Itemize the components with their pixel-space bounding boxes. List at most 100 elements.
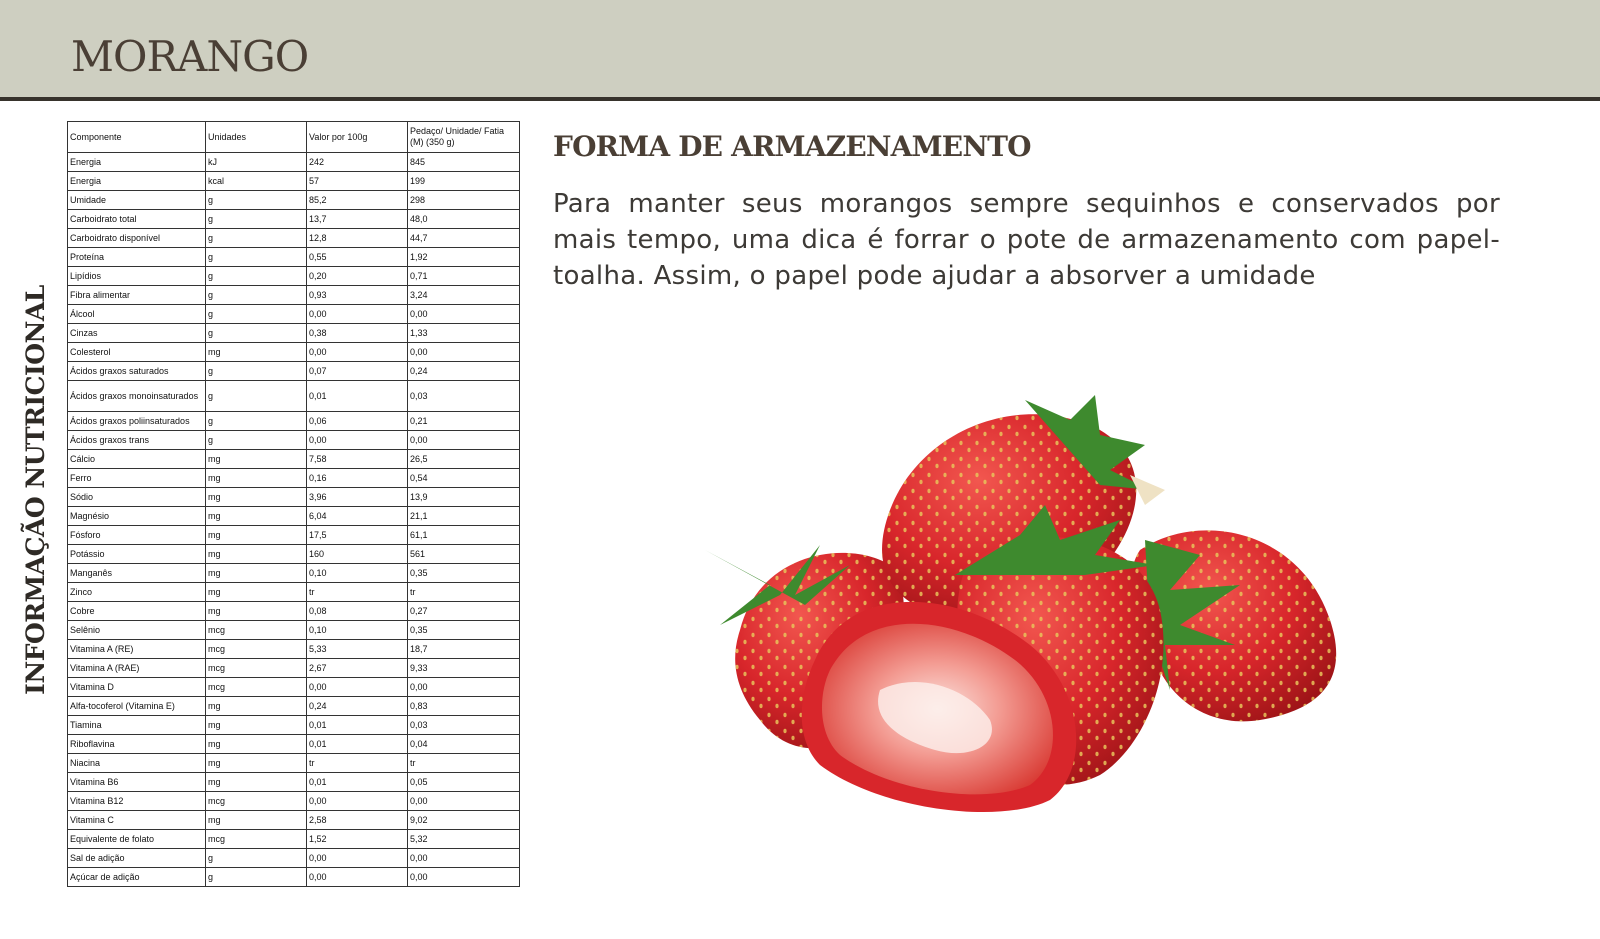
cell-unit: kJ — [205, 152, 307, 172]
cell-component: Niacina — [67, 753, 206, 773]
cell-unit: mg — [205, 772, 307, 792]
cell-per-100g: 17,5 — [306, 525, 408, 545]
cell-per-100g: 0,38 — [306, 323, 408, 343]
cell-portion: 0,05 — [407, 772, 520, 792]
table-row: Ácidos graxos monoinsaturados g 0,01 0,03 — [67, 380, 520, 412]
cell-per-100g: 0,00 — [306, 304, 408, 324]
cell-component: Magnésio — [67, 506, 206, 526]
cell-portion: 0,00 — [407, 430, 520, 450]
cell-portion: 0,00 — [407, 848, 520, 868]
cell-component: Selênio — [67, 620, 206, 640]
cell-component: Manganês — [67, 563, 206, 583]
table-row: Vitamina Dmcg 0,00 0,00 — [67, 677, 520, 697]
table-row: Equivalente de folato mcg 1,52 5,32 — [67, 829, 520, 849]
nutrition-table-body: Energia kJ 242 845 Energia kcal 57 199 Umidade g 8… — [67, 152, 520, 887]
cell-component: Proteína — [67, 247, 206, 267]
cell-component: Equivalente de folato — [67, 829, 206, 849]
table-row: Ácidos graxos trans g 0,00 0,00 — [67, 430, 520, 450]
cell-unit: mg — [205, 715, 307, 735]
cell-unit: mg — [205, 810, 307, 830]
cell-per-100g: 85,2 — [306, 190, 408, 210]
cell-component: Sódio — [67, 487, 206, 507]
cell-portion: 298 — [407, 190, 520, 210]
cell-unit: mcg — [205, 639, 307, 659]
cell-component: Ácidos graxos monoinsaturados — [67, 380, 206, 412]
cell-per-100g: 2,67 — [306, 658, 408, 678]
table-row: Lipídios g 0,20 0,71 — [67, 266, 520, 286]
cell-component: Cinzas — [67, 323, 206, 343]
cell-component: Ácidos graxos poliinsaturados — [67, 411, 206, 431]
cell-portion: 48,0 — [407, 209, 520, 229]
cell-component: Vitamina A (RE) — [67, 639, 206, 659]
cell-portion: 0,00 — [407, 791, 520, 811]
table-row: Proteína g 0,55 1,92 — [67, 247, 520, 267]
cell-per-100g: 0,07 — [306, 361, 408, 381]
table-row: Energia kJ 242 845 — [67, 152, 520, 172]
cell-unit: mg — [205, 753, 307, 773]
cell-per-100g: 0,00 — [306, 791, 408, 811]
cell-component: Vitamina B12 — [67, 791, 206, 811]
cell-unit: g — [205, 190, 307, 210]
cell-unit: mg — [205, 487, 307, 507]
cell-portion: 9,02 — [407, 810, 520, 830]
cell-per-100g: tr — [306, 582, 408, 602]
cell-unit: g — [205, 380, 307, 412]
cell-component: Álcool — [67, 304, 206, 324]
cell-unit: kcal — [205, 171, 307, 191]
cell-unit: g — [205, 285, 307, 305]
cell-unit: g — [205, 430, 307, 450]
cell-portion: 0,00 — [407, 342, 520, 362]
table-row: Alfa-tocoferol (Vitamina E) mg 0,24 0,83 — [67, 696, 520, 716]
cell-portion: 0,00 — [407, 677, 520, 697]
cell-unit: g — [205, 361, 307, 381]
cell-component: Carboidrato disponível — [67, 228, 206, 248]
cell-per-100g: 0,00 — [306, 867, 408, 887]
cell-unit: mg — [205, 342, 307, 362]
storage-text: Para manter seus morangos sempre sequinh… — [553, 189, 1500, 291]
table-row: Vitamina A (RAE) mcg 2,67 9,33 — [67, 658, 520, 678]
cell-portion: 0,03 — [407, 380, 520, 412]
nutrition-side-title: INFORMAÇÃO NUTRICIONAL — [21, 285, 50, 695]
table-row: Cálcio mg 7,58 26,5 — [67, 449, 520, 469]
cell-component: Ferro — [67, 468, 206, 488]
table-row: Magnésio mg 6,04 21,1 — [67, 506, 520, 526]
cell-unit: g — [205, 247, 307, 267]
cell-component: Energia — [67, 152, 206, 172]
column-header-per-100g: Valor por 100g — [306, 121, 408, 153]
cell-portion: 0,83 — [407, 696, 520, 716]
cell-unit: g — [205, 848, 307, 868]
cell-unit: mg — [205, 563, 307, 583]
cell-portion: 1,33 — [407, 323, 520, 343]
cell-component: Potássio — [67, 544, 206, 564]
cell-component: Fósforo — [67, 525, 206, 545]
cell-per-100g: 0,00 — [306, 848, 408, 868]
cell-portion: 0,21 — [407, 411, 520, 431]
header-band: MORANGO — [0, 0, 1600, 101]
table-row: Cobre mg 0,08 0,27 — [67, 601, 520, 621]
table-row: Selênio mcg 0,10 0,35 — [67, 620, 520, 640]
cell-portion: tr — [407, 753, 520, 773]
cell-unit: mg — [205, 544, 307, 564]
cell-component: Vitamina A (RAE) — [67, 658, 206, 678]
cell-per-100g: 57 — [306, 171, 408, 191]
table-row: Tiamina mg 0,01 0,03 — [67, 715, 520, 735]
cell-per-100g: 0,08 — [306, 601, 408, 621]
column-header-portion: Pedaço/ Unidade/ Fatia (M) (350 g) — [407, 121, 520, 153]
cell-component: Energia — [67, 171, 206, 191]
cell-portion: 61,1 — [407, 525, 520, 545]
cell-portion: 44,7 — [407, 228, 520, 248]
cell-component: Ácidos graxos trans — [67, 430, 206, 450]
cell-portion: 13,9 — [407, 487, 520, 507]
cell-component: Vitamina B6 — [67, 772, 206, 792]
cell-unit: g — [205, 304, 307, 324]
table-row: Sódio mg 3,96 13,9 — [67, 487, 520, 507]
table-row: Carboidrato disponível g 12,8 44,7 — [67, 228, 520, 248]
cell-unit: g — [205, 266, 307, 286]
cell-unit: mg — [205, 525, 307, 545]
table-row: Álcool g 0,00 0,00 — [67, 304, 520, 324]
strawberries-photo — [705, 395, 1337, 813]
cell-component: Sal de adição — [67, 848, 206, 868]
cell-component: Ácidos graxos saturados — [67, 361, 206, 381]
table-row: Ácidos graxos poliinsaturados g 0,06 0,21 — [67, 411, 520, 431]
cell-per-100g: tr — [306, 753, 408, 773]
